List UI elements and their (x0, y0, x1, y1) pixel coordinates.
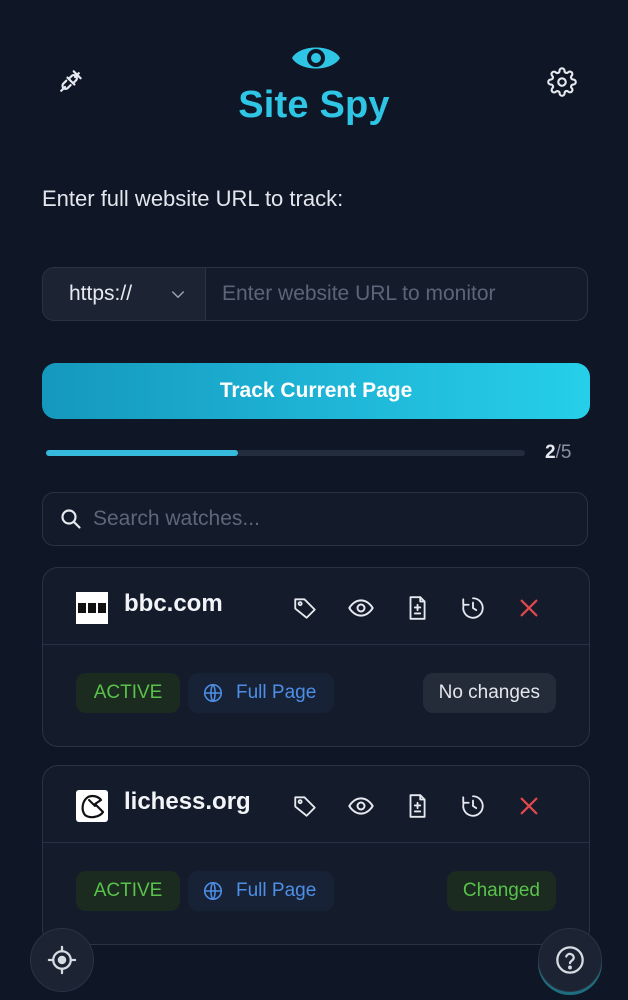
watch-card: bbc.com ACTIVE Full Page No changes (42, 567, 590, 747)
protocol-value: https:// (69, 282, 133, 305)
url-input[interactable] (206, 268, 587, 320)
gear-icon[interactable] (542, 62, 582, 102)
search-input[interactable] (83, 506, 587, 532)
diff-document-icon[interactable] (399, 590, 435, 626)
bbc-favicon-icon (76, 592, 108, 624)
usage-progress-bar (46, 450, 525, 456)
status-badge-active: ACTIVE (76, 871, 180, 911)
diff-document-icon[interactable] (399, 788, 435, 824)
close-icon[interactable] (511, 788, 547, 824)
mode-label: Full Page (236, 682, 317, 703)
help-icon (556, 946, 584, 974)
track-current-page-button[interactable]: Track Current Page (42, 363, 590, 419)
usage-max: 5 (560, 442, 572, 463)
card-divider (43, 842, 589, 843)
app-title: Site Spy (238, 84, 390, 126)
chevron-down-icon (172, 291, 184, 298)
usage-progress-fill (46, 450, 238, 456)
crosshair-icon (47, 945, 77, 975)
eye-icon[interactable] (343, 788, 379, 824)
mode-label: Full Page (236, 880, 317, 901)
watch-site-name: lichess.org (124, 788, 251, 815)
mode-badge: Full Page (188, 871, 334, 911)
change-status-badge: No changes (422, 673, 556, 713)
status-badge-active: ACTIVE (76, 673, 180, 713)
globe-icon (203, 683, 223, 703)
search-icon (61, 509, 81, 529)
history-icon[interactable] (455, 788, 491, 824)
search-box (42, 492, 588, 546)
history-icon[interactable] (455, 590, 491, 626)
watch-card: lichess.org ACTIVE Full Page Changed (42, 765, 590, 945)
tag-icon[interactable] (287, 590, 323, 626)
usage-current: 2 (545, 442, 556, 463)
usage-count: 2/5 (545, 442, 571, 464)
element-picker-button[interactable] (30, 928, 94, 992)
help-button[interactable] (538, 928, 602, 992)
protocol-select[interactable]: https:// (43, 268, 206, 320)
change-status-badge: Changed (446, 871, 556, 911)
eye-icon[interactable] (343, 590, 379, 626)
tag-icon[interactable] (287, 788, 323, 824)
mode-badge: Full Page (188, 673, 334, 713)
close-icon[interactable] (511, 590, 547, 626)
lichess-favicon-icon (76, 790, 108, 822)
eye-logo-icon (290, 36, 342, 80)
url-prompt-label: Enter full website URL to track: (42, 186, 344, 211)
globe-icon (203, 881, 223, 901)
watch-site-name: bbc.com (124, 590, 223, 617)
url-input-group: https:// (42, 267, 588, 321)
card-divider (43, 644, 589, 645)
